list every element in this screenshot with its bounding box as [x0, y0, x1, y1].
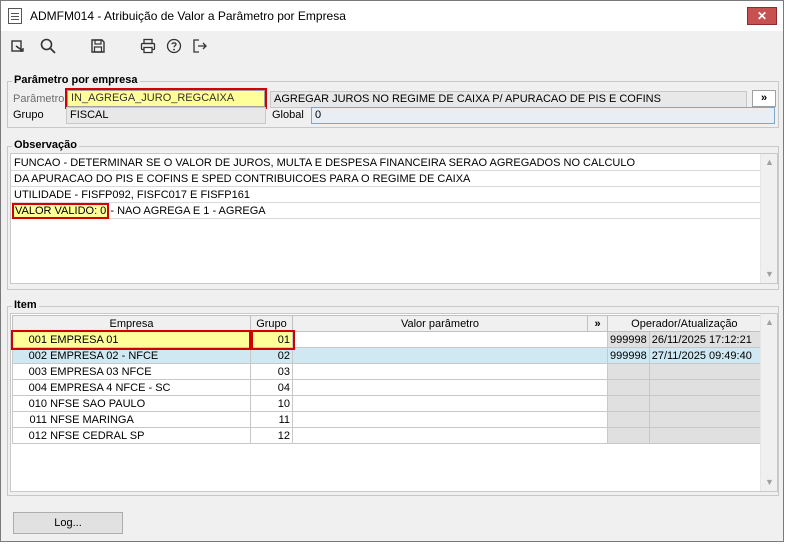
items-grid: Empresa Grupo Valor parâmetro » Operador…	[10, 313, 778, 492]
close-button[interactable]: ✕	[747, 7, 777, 25]
items-table: Empresa Grupo Valor parâmetro » Operador…	[10, 315, 762, 444]
cell-grupo[interactable]: 03	[250, 363, 293, 380]
cell-grupo[interactable]: 10	[250, 395, 293, 412]
cell-empresa[interactable]: 010 NFSE SAO PAULO	[12, 395, 251, 412]
cell-operador: 999998	[607, 331, 650, 348]
help-icon[interactable]	[163, 35, 185, 57]
cell-grupo[interactable]: 12	[250, 427, 293, 444]
exit-icon[interactable]	[189, 35, 211, 57]
table-row[interactable]: 011 NFSE MARINGA 11	[12, 411, 762, 428]
cell-empresa[interactable]: 002 EMPRESA 02 - NFCE	[12, 347, 251, 364]
cell-data	[648, 395, 762, 412]
cell-valor[interactable]	[292, 331, 608, 348]
cell-grupo[interactable]: 04	[250, 379, 293, 396]
document-icon	[8, 8, 22, 24]
window-title: ADMFM014 - Atribuição de Valor a Parâmet…	[30, 9, 346, 23]
cell-operador	[607, 363, 650, 380]
cell-operador: 999998	[607, 347, 650, 364]
cell-empresa[interactable]: 011 NFSE MARINGA	[12, 411, 251, 428]
observation-line: VALOR VALIDO: 0 - NAO AGREGA E 1 - AGREG…	[11, 203, 762, 219]
cell-valor[interactable]	[292, 395, 608, 412]
observation-heading: Observação	[12, 139, 79, 151]
param-section-heading: Parâmetro por empresa	[12, 74, 140, 86]
column-expand-button[interactable]: »	[587, 315, 608, 332]
save-icon[interactable]	[87, 35, 109, 57]
cell-valor[interactable]	[292, 379, 608, 396]
observation-line: UTILIDADE - FISFP092, FISFC017 E FISFP16…	[11, 187, 762, 203]
cell-empresa[interactable]: 001 EMPRESA 01	[10, 329, 253, 350]
observation-line: DA APURACAO DO PIS E COFINS E SPED CONTR…	[11, 171, 762, 187]
items-scrollbar[interactable]: ▲ ▼	[760, 314, 777, 491]
cell-empresa[interactable]: 012 NFSE CEDRAL SP	[12, 427, 251, 444]
table-row[interactable]: 002 EMPRESA 02 - NFCE 02 999998 27/11/20…	[12, 347, 762, 364]
cell-data	[648, 411, 762, 428]
cell-grupo[interactable]: 11	[250, 411, 293, 428]
observation-textarea[interactable]: FUNCAO - DETERMINAR SE O VALOR DE JUROS,…	[10, 153, 778, 284]
table-row[interactable]: 001 EMPRESA 01 01 999998 26/11/2025 17:1…	[10, 329, 762, 350]
global-field[interactable]: 0	[311, 107, 775, 124]
scroll-up-icon[interactable]: ▲	[761, 154, 778, 171]
cell-valor[interactable]	[292, 363, 608, 380]
cell-data: 27/11/2025 09:49:40	[648, 347, 762, 364]
group-field: FISCAL	[66, 107, 266, 124]
cell-operador	[607, 379, 650, 396]
scroll-up-icon[interactable]: ▲	[761, 314, 778, 331]
cell-operador	[607, 427, 650, 444]
cell-operador	[607, 395, 650, 412]
global-label: Global	[272, 109, 304, 121]
expand-button[interactable]: »	[752, 90, 776, 107]
valid-value-highlight: VALOR VALIDO: 0	[11, 203, 110, 219]
table-row[interactable]: 003 EMPRESA 03 NFCE 03	[12, 363, 762, 380]
scroll-down-icon[interactable]: ▼	[761, 266, 778, 283]
column-grupo[interactable]: Grupo	[250, 315, 293, 332]
cell-valor[interactable]	[292, 411, 608, 428]
cell-data	[648, 427, 762, 444]
valid-value-text: - NAO AGREGA E 1 - AGREGA	[107, 205, 266, 217]
cell-data	[648, 379, 762, 396]
export-icon[interactable]	[7, 35, 29, 57]
table-row[interactable]: 010 NFSE SAO PAULO 10	[12, 395, 762, 412]
cell-data	[648, 363, 762, 380]
title-bar: ADMFM014 - Atribuição de Valor a Parâmet…	[1, 1, 783, 31]
column-valor[interactable]: Valor parâmetro	[292, 315, 588, 332]
cell-operador	[607, 411, 650, 428]
column-operador[interactable]: Operador/Atualização	[607, 315, 762, 332]
cell-empresa[interactable]: 004 EMPRESA 4 NFCE - SC	[12, 379, 251, 396]
param-label: Parâmetro	[13, 93, 65, 105]
observation-scrollbar[interactable]: ▲ ▼	[760, 154, 777, 283]
observation-line: FUNCAO - DETERMINAR SE O VALOR DE JUROS,…	[11, 155, 762, 171]
toolbar	[1, 31, 783, 61]
cell-grupo[interactable]: 02	[250, 347, 293, 364]
cell-valor[interactable]	[292, 347, 608, 364]
cell-data: 26/11/2025 17:12:21	[648, 331, 762, 348]
table-row[interactable]: 004 EMPRESA 4 NFCE - SC 04	[12, 379, 762, 396]
observation-line-empty	[11, 219, 762, 235]
group-label: Grupo	[13, 109, 44, 121]
cell-grupo[interactable]: 01	[248, 329, 295, 350]
param-description-field: AGREGAR JUROS NO REGIME DE CAIXA P/ APUR…	[270, 91, 747, 108]
scroll-down-icon[interactable]: ▼	[761, 474, 778, 491]
table-row[interactable]: 012 NFSE CEDRAL SP 12	[12, 427, 762, 444]
column-empresa[interactable]: Empresa	[12, 315, 251, 332]
app-window: ADMFM014 - Atribuição de Valor a Parâmet…	[0, 0, 784, 542]
log-button[interactable]: Log...	[13, 512, 123, 534]
search-icon[interactable]	[37, 35, 59, 57]
param-field[interactable]: IN_AGREGA_JURO_REGCAIXA	[65, 88, 267, 109]
cell-empresa[interactable]: 003 EMPRESA 03 NFCE	[12, 363, 251, 380]
cell-valor[interactable]	[292, 427, 608, 444]
items-heading: Item	[12, 299, 39, 311]
print-icon[interactable]	[137, 35, 159, 57]
